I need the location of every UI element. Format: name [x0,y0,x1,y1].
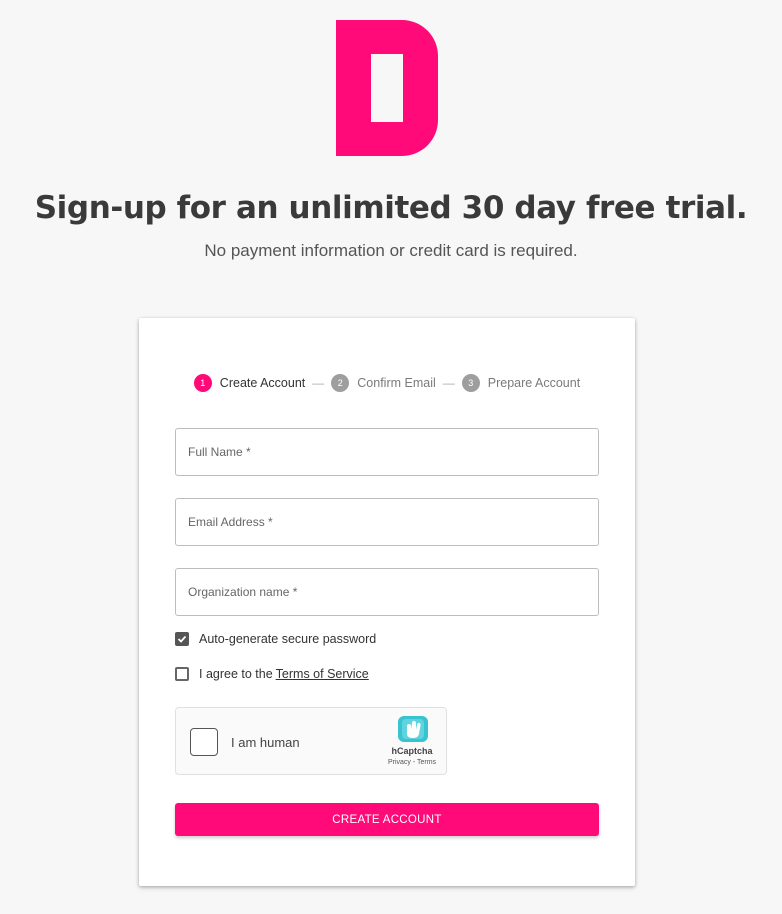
email-field [175,498,599,546]
step-label: Prepare Account [487,376,581,390]
stepper: 1 Create Account — 2 Confirm Email — 3 P… [139,373,635,393]
check-icon [177,635,187,643]
terms-label: I agree to the [199,667,273,681]
hcaptcha-logo-icon [398,716,428,742]
step-confirm-email: 2 Confirm Email [331,374,436,392]
step-separator: — [312,376,325,390]
brand-logo-icon [336,20,438,156]
captcha-label: I am human [231,735,300,750]
hcaptcha-widget: I am human hCaptcha Privacy - Terms [175,707,447,775]
step-label: Confirm Email [357,376,436,390]
create-account-button[interactable]: CREATE ACCOUNT [175,803,599,836]
step-prepare-account: 3 Prepare Account [461,374,581,392]
email-input[interactable] [176,499,598,545]
organization-input[interactable] [176,569,598,615]
step-create-account: 1 Create Account [193,374,306,392]
captcha-privacy-terms[interactable]: Privacy - Terms [376,759,448,766]
page-title: Sign-up for an unlimited 30 day free tri… [34,190,748,226]
auto-password-checkbox[interactable] [175,632,189,646]
terms-checkbox[interactable] [175,667,189,681]
step-number: 3 [461,374,480,392]
captcha-brand: hCaptcha [391,746,433,756]
step-label: Create Account [219,376,306,390]
step-number: 2 [331,374,350,392]
terms-row[interactable]: I agree to the Terms of Service [175,667,369,681]
organization-field [175,568,599,616]
step-separator: — [442,376,455,390]
captcha-checkbox[interactable] [190,728,218,756]
auto-password-row[interactable]: Auto-generate secure password [175,632,376,646]
terms-of-service-link[interactable]: Terms of Service [276,667,369,681]
full-name-field [175,428,599,476]
signup-card: 1 Create Account — 2 Confirm Email — 3 P… [139,318,635,886]
step-number: 1 [193,374,212,392]
full-name-input[interactable] [176,429,598,475]
page-subtitle: No payment information or credit card is… [204,241,578,260]
auto-password-label: Auto-generate secure password [199,632,377,646]
